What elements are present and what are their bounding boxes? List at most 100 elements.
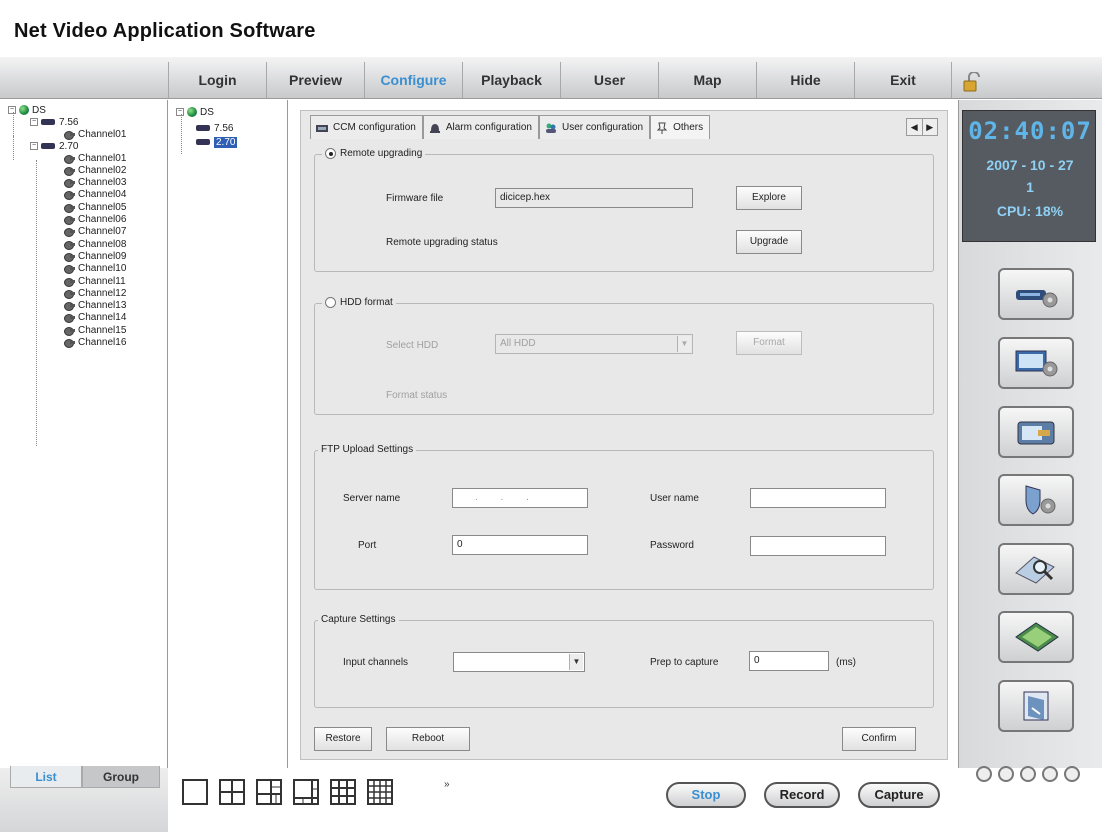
tree-channel[interactable]: Channel01 xyxy=(64,152,126,164)
tree-channel[interactable]: Channel09 xyxy=(64,250,126,262)
tree-device-label: 7.56 xyxy=(214,122,234,134)
page-dot[interactable] xyxy=(1042,766,1058,782)
chevron-down-icon[interactable]: ▼ xyxy=(677,336,691,352)
tree-channel[interactable]: Channel11 xyxy=(64,275,126,287)
camera-icon xyxy=(64,326,75,336)
layout-3x3-icon[interactable] xyxy=(330,779,356,805)
tree-device[interactable]: 7.56 xyxy=(196,122,233,134)
user-name-field[interactable] xyxy=(750,488,886,508)
tab-user-config[interactable]: User configuration xyxy=(538,115,651,139)
hdd-format-label: HDD format xyxy=(340,297,393,308)
monitor-config-button[interactable] xyxy=(998,337,1074,389)
explore-button[interactable]: Explore xyxy=(736,186,802,210)
tree-device[interactable]: − 7.56 xyxy=(30,116,78,128)
collapse-icon[interactable]: − xyxy=(8,106,16,114)
map-button[interactable] xyxy=(998,611,1074,663)
scroll-left-icon[interactable]: ◀ xyxy=(907,119,922,135)
tab-list[interactable]: List xyxy=(10,766,82,788)
menu-configure[interactable]: Configure xyxy=(364,62,462,98)
search-button[interactable] xyxy=(998,543,1074,595)
format-button[interactable]: Format xyxy=(736,331,802,355)
page-dot[interactable] xyxy=(998,766,1014,782)
layout-2x2-icon[interactable] xyxy=(219,779,245,805)
device-config-button[interactable] xyxy=(998,268,1074,320)
record-button[interactable]: Record xyxy=(764,782,840,808)
restore-button[interactable]: Restore xyxy=(314,727,372,751)
ftp-group xyxy=(314,450,934,590)
network-config-button[interactable] xyxy=(998,406,1074,458)
prep-capture-field[interactable]: 0 xyxy=(749,651,829,671)
layout-1x1-icon[interactable] xyxy=(182,779,208,805)
firmware-file-field[interactable]: dicicep.hex xyxy=(495,188,693,208)
scroll-right-icon[interactable]: ▶ xyxy=(921,119,938,135)
tree-device[interactable]: − 2.70 xyxy=(30,140,78,152)
hdd-format-title[interactable]: HDD format xyxy=(322,297,396,308)
tree-channel[interactable]: Channel13 xyxy=(64,300,126,312)
tree-channel[interactable]: Channel15 xyxy=(64,324,126,336)
page-dot[interactable] xyxy=(1020,766,1036,782)
page-dot[interactable] xyxy=(1064,766,1080,782)
collapse-icon[interactable]: − xyxy=(176,108,184,116)
tree-device-selected[interactable]: 2.70 xyxy=(196,136,238,148)
menu-map[interactable]: Map xyxy=(658,62,756,98)
tree-channel-label: Channel15 xyxy=(78,324,127,336)
chevron-down-icon[interactable]: ▼ xyxy=(569,654,583,670)
tree-channel[interactable]: Channel08 xyxy=(64,238,126,250)
input-channels-combo[interactable]: ▼ xyxy=(453,652,585,672)
remote-upgrading-radio[interactable] xyxy=(325,148,336,159)
tree-channel[interactable]: Channel07 xyxy=(64,226,126,238)
tree-channel[interactable]: Channel02 xyxy=(64,164,126,176)
status-clock: 02:40:07 2007 - 10 - 27 1 CPU: 18% xyxy=(962,110,1096,242)
menu-playback[interactable]: Playback xyxy=(462,62,560,98)
tree-channel[interactable]: Channel06 xyxy=(64,214,126,226)
tab-alarm[interactable]: Alarm configuration xyxy=(422,115,539,139)
security-config-button[interactable] xyxy=(998,474,1074,526)
password-field[interactable] xyxy=(750,536,886,556)
alarm-icon xyxy=(429,123,440,133)
more-layouts-icon[interactable]: » xyxy=(444,779,450,790)
tree-channel[interactable]: Channel05 xyxy=(64,201,126,213)
tree-channel[interactable]: Channel03 xyxy=(64,177,126,189)
remote-upgrading-title[interactable]: Remote upgrading xyxy=(322,148,426,159)
tree-channel[interactable]: Channel12 xyxy=(64,287,126,299)
port-field[interactable]: 0 xyxy=(452,535,588,555)
tree-channel[interactable]: Channel10 xyxy=(64,263,126,275)
reboot-button[interactable]: Reboot xyxy=(386,727,470,751)
hdd-format-radio[interactable] xyxy=(325,297,336,308)
tree-channel-label: Channel07 xyxy=(78,226,127,238)
camera-icon xyxy=(64,252,75,262)
tab-group[interactable]: Group xyxy=(82,766,160,788)
menu-exit[interactable]: Exit xyxy=(854,62,952,98)
select-hdd-combo[interactable]: All HDD ▼ xyxy=(495,334,693,354)
menu-user[interactable]: User xyxy=(560,62,658,98)
page-dot[interactable] xyxy=(976,766,992,782)
menu-login[interactable]: Login xyxy=(168,62,266,98)
tab-ccm[interactable]: CCM configuration xyxy=(310,115,423,139)
layout-1plus7-icon[interactable] xyxy=(293,779,319,805)
globe-icon xyxy=(19,105,29,115)
menu-preview[interactable]: Preview xyxy=(266,62,364,98)
tree-channel[interactable]: Channel01 xyxy=(64,128,126,140)
tree-root[interactable]: − DS xyxy=(8,104,46,116)
server-name-field[interactable]: . . . xyxy=(452,488,588,508)
tree-channel-label: Channel10 xyxy=(78,263,127,275)
menu-hide[interactable]: Hide xyxy=(756,62,854,98)
tree-channel[interactable]: Channel14 xyxy=(64,312,126,324)
layout-4x4-icon[interactable] xyxy=(367,779,393,805)
tab-others[interactable]: Others xyxy=(650,115,711,139)
tree-root-label: DS xyxy=(32,104,46,116)
exit-button[interactable] xyxy=(998,680,1074,732)
tree-channel[interactable]: Channel04 xyxy=(64,189,126,201)
collapse-icon[interactable]: − xyxy=(30,142,38,150)
main-menu: Login Preview Configure Playback User Ma… xyxy=(168,62,952,98)
upgrade-button[interactable]: Upgrade xyxy=(736,230,802,254)
layout-1plus5-icon[interactable] xyxy=(256,779,282,805)
capture-button[interactable]: Capture xyxy=(858,782,940,808)
lock-icon[interactable] xyxy=(962,72,984,92)
collapse-icon[interactable]: − xyxy=(30,118,38,126)
tree-root[interactable]: − DS xyxy=(176,106,214,118)
camera-icon xyxy=(64,190,75,201)
tree-channel[interactable]: Channel16 xyxy=(64,337,126,349)
confirm-button[interactable]: Confirm xyxy=(842,727,916,751)
stop-button[interactable]: Stop xyxy=(666,782,746,808)
